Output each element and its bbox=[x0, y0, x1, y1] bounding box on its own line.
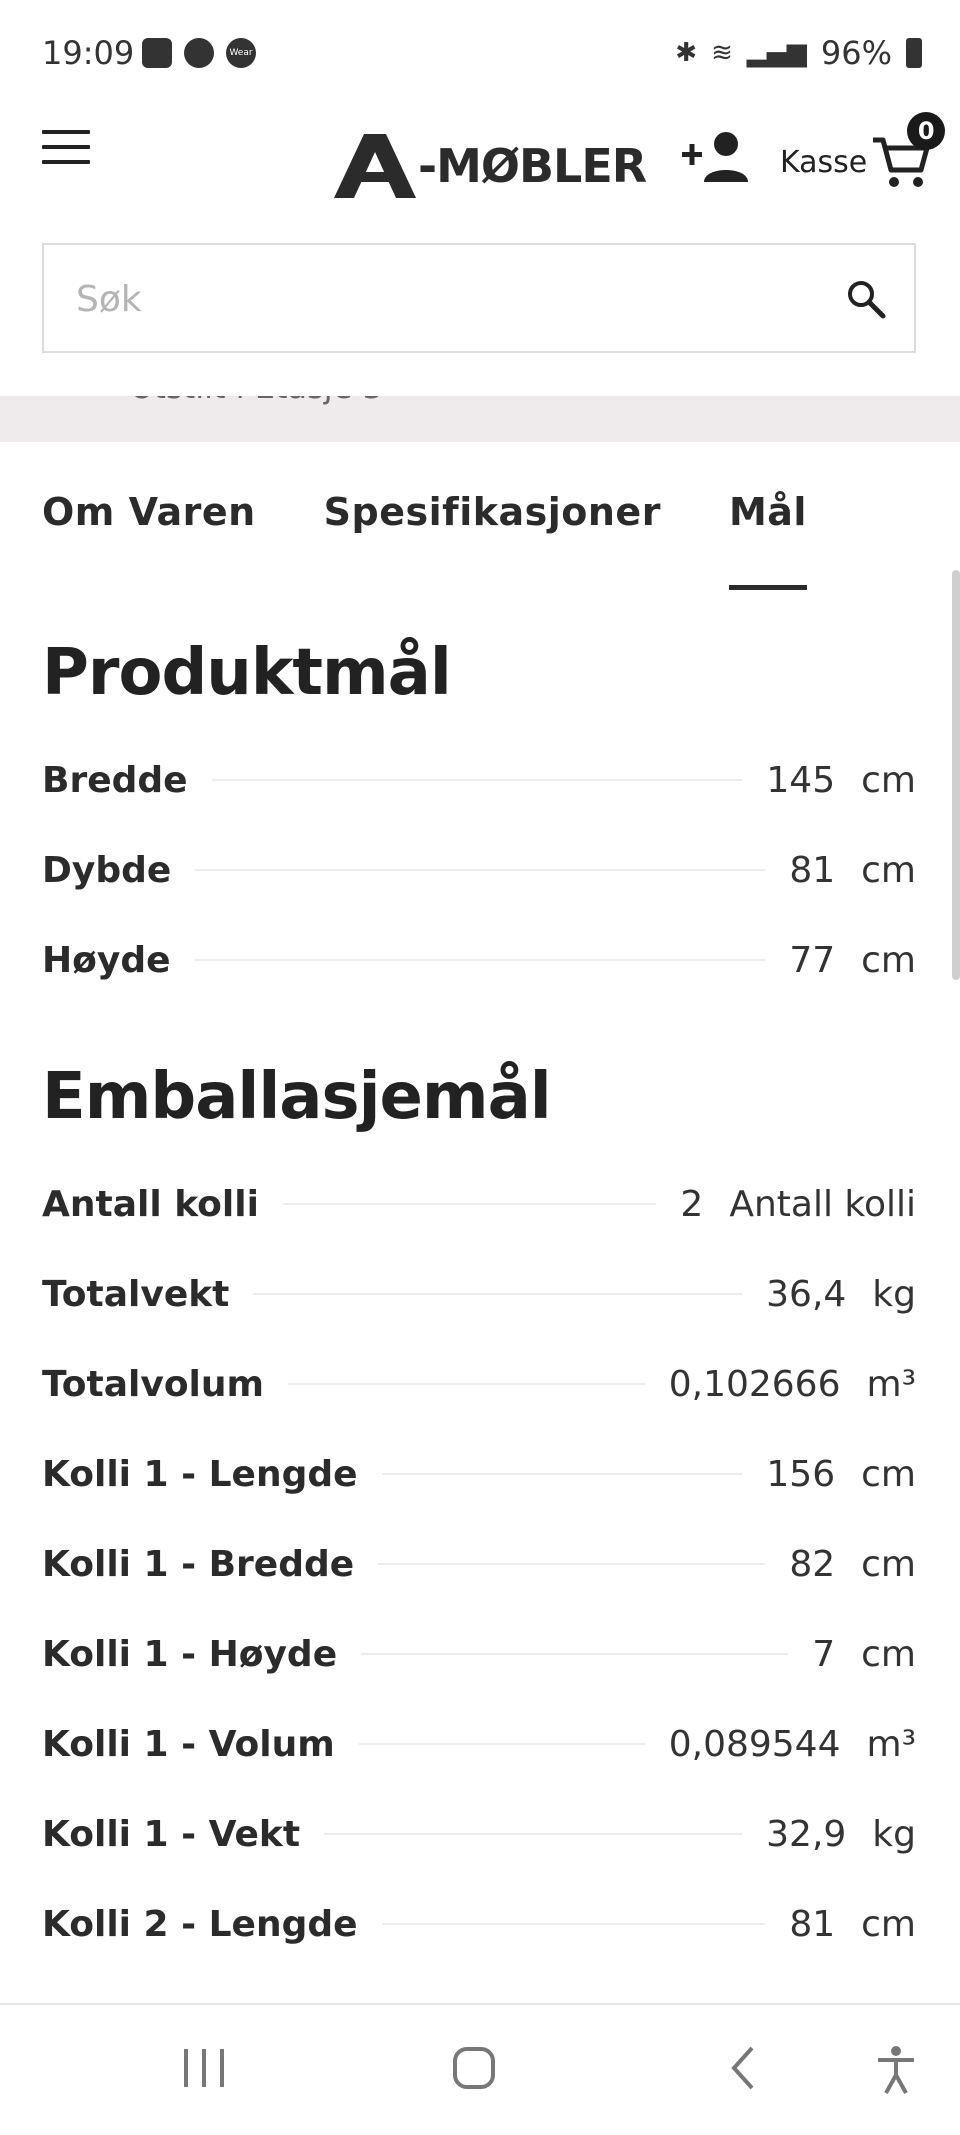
menu-icon[interactable] bbox=[42, 130, 90, 166]
search-input[interactable] bbox=[74, 245, 838, 353]
row-unit: kg bbox=[872, 1273, 916, 1315]
package-row: Antall kolli 2 Antall kolli bbox=[42, 1174, 916, 1234]
divider bbox=[288, 1383, 645, 1385]
row-label: Bredde bbox=[42, 759, 188, 801]
section-title-produktmal: Produktmål bbox=[42, 636, 452, 710]
row-label: Kolli 1 - Vekt bbox=[42, 1813, 301, 1855]
divider bbox=[381, 1923, 766, 1925]
row-value: 0,089544 bbox=[668, 1723, 841, 1765]
row-label: Kolli 1 - Lengde bbox=[42, 1453, 358, 1495]
battery-icon bbox=[906, 38, 922, 68]
bluetooth-icon: ✱ bbox=[675, 38, 698, 68]
package-row: Kolli 1 - Høyde 7 cm bbox=[42, 1624, 916, 1684]
row-value: 156 bbox=[766, 1453, 836, 1495]
row-unit: m³ bbox=[866, 1723, 917, 1765]
row-unit: cm bbox=[861, 759, 916, 801]
checkout-label: Kasse bbox=[780, 144, 868, 180]
row-label: Totalvolum bbox=[42, 1363, 265, 1405]
divider bbox=[324, 1833, 743, 1835]
accessibility-icon[interactable] bbox=[874, 2045, 918, 2095]
package-row: Totalvolum 0,102666 m³ bbox=[42, 1354, 916, 1414]
divider bbox=[253, 1293, 743, 1295]
package-row: Kolli 1 - Lengde 156 cm bbox=[42, 1444, 916, 1504]
row-unit: cm bbox=[861, 1453, 916, 1495]
row-label: Kolli 1 - Bredde bbox=[42, 1543, 355, 1585]
row-label: Totalvekt bbox=[42, 1273, 230, 1315]
gallery-icon bbox=[142, 38, 172, 68]
section-title-emballasjemal: Emballasjemål bbox=[42, 1060, 552, 1134]
add-user-icon[interactable] bbox=[682, 130, 748, 184]
divider bbox=[195, 869, 766, 871]
divider bbox=[381, 1473, 743, 1475]
row-value: 145 bbox=[766, 759, 836, 801]
row-unit: cm bbox=[861, 1633, 916, 1675]
package-row: Kolli 1 - Vekt 32,9 kg bbox=[42, 1804, 916, 1864]
divider bbox=[378, 1563, 766, 1565]
cart-icon[interactable]: 0 bbox=[871, 112, 946, 190]
row-unit: kg bbox=[872, 1813, 916, 1855]
wifi-icon: ≋ bbox=[711, 38, 733, 68]
notification-icons: Wear bbox=[142, 38, 256, 68]
divider bbox=[358, 1743, 645, 1745]
logo-text: -MØBLER bbox=[418, 139, 647, 193]
dimension-row: Dybde 81 cm bbox=[42, 840, 916, 900]
cart-count-badge: 0 bbox=[907, 112, 946, 150]
row-value: 81 bbox=[789, 1903, 836, 1945]
status-time: 19:09 bbox=[42, 34, 135, 72]
row-label: Kolli 2 - Lengde bbox=[42, 1903, 358, 1945]
search-bar bbox=[42, 243, 916, 353]
system-nav-bar bbox=[0, 2003, 960, 2135]
row-unit: cm bbox=[861, 1543, 916, 1585]
home-icon[interactable] bbox=[452, 2045, 496, 2091]
row-label: Dybde bbox=[42, 849, 172, 891]
package-row: Totalvekt 36,4 kg bbox=[42, 1264, 916, 1324]
row-label: Antall kolli bbox=[42, 1183, 259, 1225]
tab-spesifikasjoner[interactable]: Spesifikasjoner bbox=[324, 490, 661, 590]
row-value: 32,9 bbox=[766, 1813, 847, 1855]
package-row: Kolli 2 - Lengde 81 cm bbox=[42, 1894, 916, 1954]
partial-text: Utstilt i Etasje 3 bbox=[130, 396, 383, 406]
system-icons: ✱ ≋ ▂▄▆ 96% bbox=[675, 34, 922, 72]
row-value: 7 bbox=[812, 1633, 836, 1675]
row-value: 82 bbox=[789, 1543, 836, 1585]
divider bbox=[282, 1203, 657, 1205]
dimension-row: Bredde 145 cm bbox=[42, 750, 916, 810]
row-unit: cm bbox=[861, 1903, 916, 1945]
row-label: Kolli 1 - Volum bbox=[42, 1723, 335, 1765]
row-value: 36,4 bbox=[766, 1273, 847, 1315]
product-tabs: Om Varen Spesifikasjoner Mål bbox=[42, 490, 875, 590]
row-unit: m³ bbox=[866, 1363, 917, 1405]
search-icon[interactable] bbox=[846, 279, 886, 319]
recent-apps-icon[interactable] bbox=[182, 2045, 226, 2091]
scrollbar[interactable] bbox=[952, 570, 960, 980]
row-unit: cm bbox=[861, 939, 916, 981]
package-row: Kolli 1 - Bredde 82 cm bbox=[42, 1534, 916, 1594]
divider bbox=[361, 1653, 789, 1655]
checkout-button[interactable]: Kasse 0 bbox=[780, 112, 946, 190]
package-row: Kolli 1 - Volum 0,089544 m³ bbox=[42, 1714, 916, 1774]
row-unit: cm bbox=[861, 849, 916, 891]
divider bbox=[211, 779, 743, 781]
battery-percent: 96% bbox=[820, 34, 892, 72]
dimension-row: Høyde 77 cm bbox=[42, 930, 916, 990]
row-label: Kolli 1 - Høyde bbox=[42, 1633, 338, 1675]
wear-icon: Wear bbox=[226, 38, 256, 68]
snapchat-icon bbox=[184, 38, 214, 68]
row-label: Høyde bbox=[42, 939, 171, 981]
row-value: 81 bbox=[789, 849, 836, 891]
back-icon[interactable] bbox=[728, 2045, 758, 2091]
signal-icon: ▂▄▆ bbox=[746, 38, 807, 68]
row-value: 2 bbox=[680, 1183, 704, 1225]
divider bbox=[194, 959, 766, 961]
scrolled-content-strip: Utstilt i Etasje 3 bbox=[0, 396, 960, 442]
row-value: 0,102666 bbox=[668, 1363, 841, 1405]
status-bar: 19:09 Wear ✱ ≋ ▂▄▆ 96% bbox=[0, 0, 960, 110]
tab-mal[interactable]: Mål bbox=[728, 490, 807, 590]
site-header: -MØBLER Kasse 0 bbox=[0, 110, 960, 230]
logo[interactable]: -MØBLER bbox=[334, 126, 647, 206]
tab-om-varen[interactable]: Om Varen bbox=[42, 490, 256, 590]
logo-a-mark bbox=[334, 134, 416, 198]
row-value: 77 bbox=[789, 939, 836, 981]
row-unit: Antall kolli bbox=[729, 1183, 916, 1225]
